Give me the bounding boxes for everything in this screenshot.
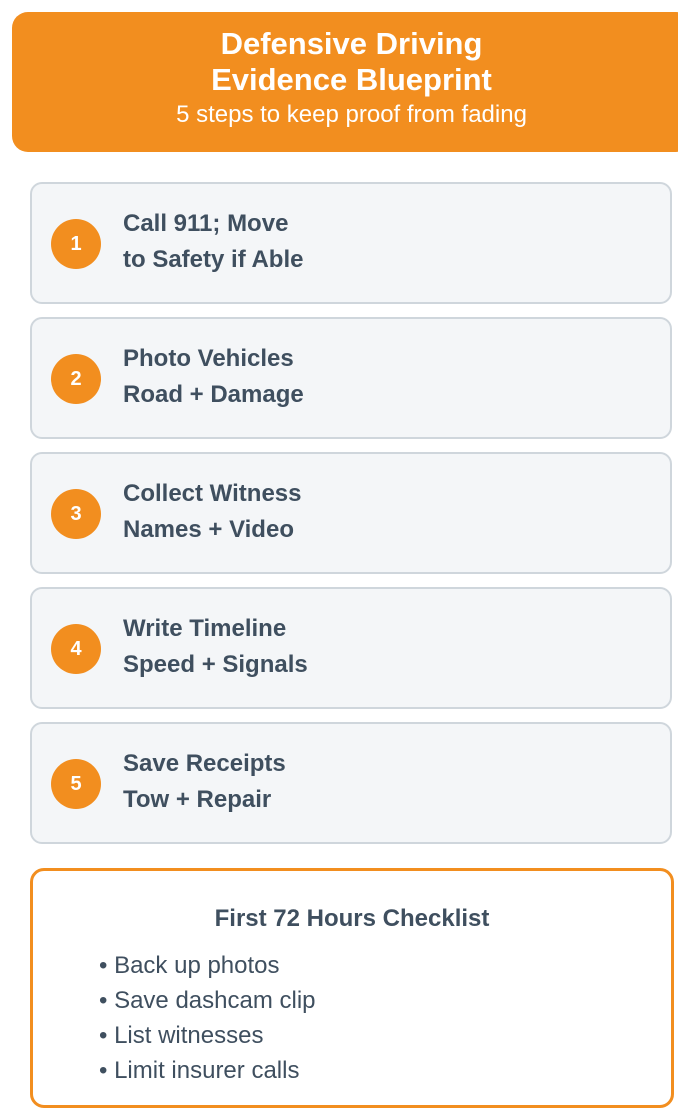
step-title: Write Timeline [123, 615, 287, 642]
step-title: Call 911; Move [123, 210, 289, 237]
page-title-line-1: Defensive Driving [220, 26, 483, 61]
step-detail: Names + Video [123, 516, 294, 543]
step-text: Collect Witness Names + Video [123, 476, 302, 548]
step-text: Write Timeline Speed + Signals [123, 611, 308, 683]
step-title: Save Receipts [123, 750, 286, 777]
step-card-3: 3 Collect Witness Names + Video [30, 452, 672, 574]
step-number-badge: 3 [51, 489, 101, 539]
checklist-box: First 72 Hours Checklist • Back up photo… [30, 868, 674, 1108]
step-number-badge: 2 [51, 354, 101, 404]
step-detail: Speed + Signals [123, 651, 308, 678]
checklist-title: First 72 Hours Checklist [214, 905, 490, 932]
checklist-list: • Back up photos • Save dashcam clip • L… [99, 948, 316, 1088]
step-title: Collect Witness [123, 480, 302, 507]
step-detail: Tow + Repair [123, 786, 272, 813]
step-card-4: 4 Write Timeline Speed + Signals [30, 587, 672, 709]
step-number-badge: 1 [51, 219, 101, 269]
step-detail: Road + Damage [123, 381, 304, 408]
step-card-2: 2 Photo Vehicles Road + Damage [30, 317, 672, 439]
step-card-1: 1 Call 911; Move to Safety if Able [30, 182, 672, 304]
page-title-line-2: Evidence Blueprint [211, 62, 492, 97]
checklist-item: • List witnesses [99, 1022, 264, 1049]
step-text: Call 911; Move to Safety if Able [123, 206, 303, 278]
step-number-badge: 4 [51, 624, 101, 674]
step-text: Photo Vehicles Road + Damage [123, 341, 304, 413]
checklist-item: • Save dashcam clip [99, 987, 316, 1014]
page-subtitle: 5 steps to keep proof from fading [176, 101, 527, 128]
header-text: Defensive Driving Evidence Blueprint 5 s… [12, 26, 678, 130]
step-card-5: 5 Save Receipts Tow + Repair [30, 722, 672, 844]
step-text: Save Receipts Tow + Repair [123, 746, 286, 818]
step-detail: to Safety if Able [123, 246, 304, 273]
checklist-item: • Back up photos [99, 952, 280, 979]
step-number-badge: 5 [51, 759, 101, 809]
checklist-item: • Limit insurer calls [99, 1057, 300, 1084]
step-title: Photo Vehicles [123, 345, 294, 372]
header-banner: Defensive Driving Evidence Blueprint 5 s… [12, 12, 678, 152]
